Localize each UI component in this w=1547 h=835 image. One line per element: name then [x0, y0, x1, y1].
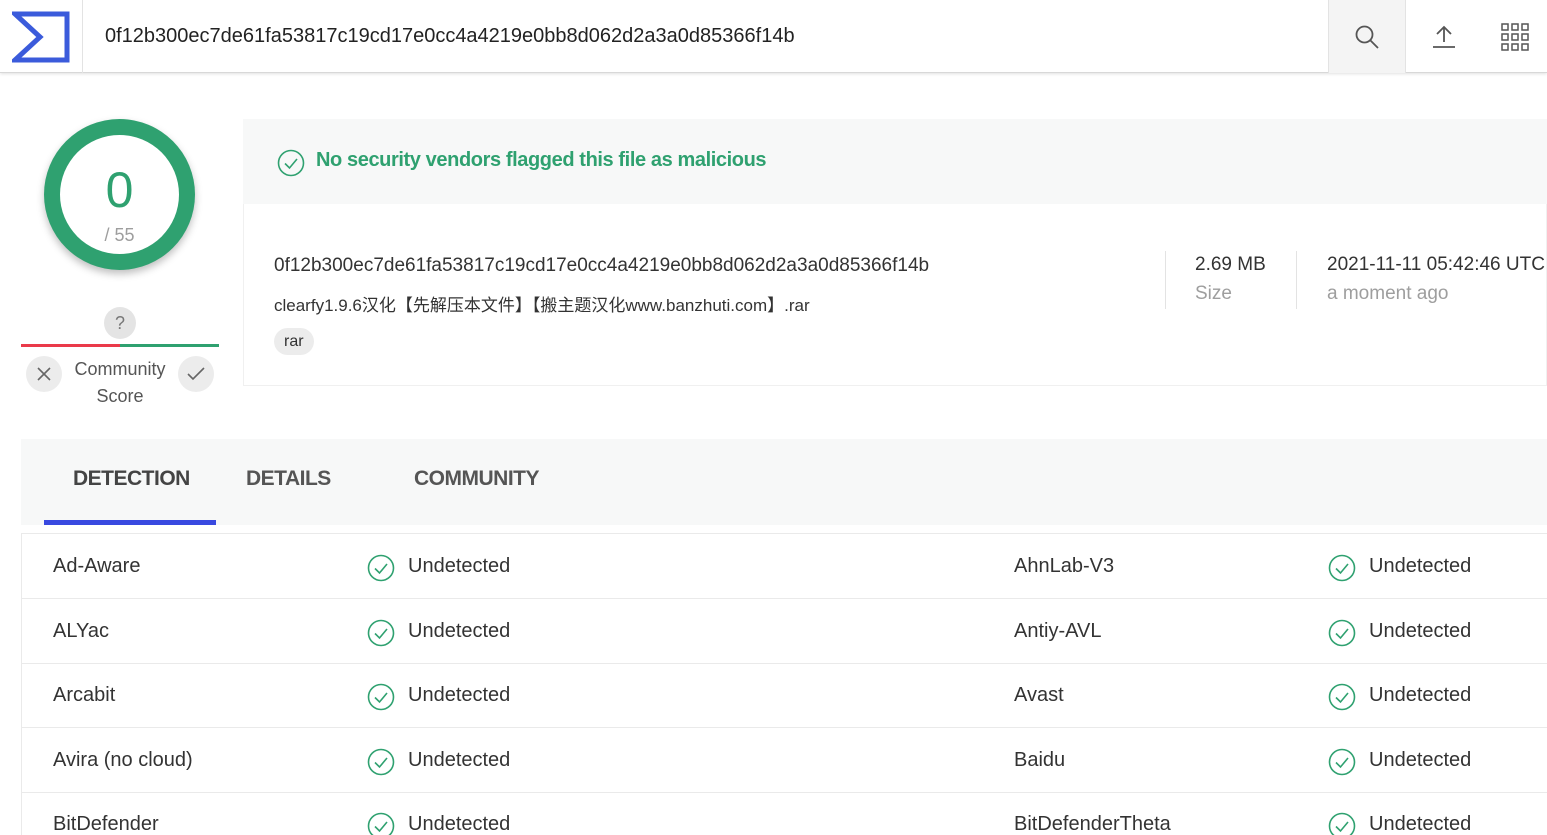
detection-result: Undetected	[408, 748, 511, 771]
upload-button[interactable]	[1406, 0, 1482, 73]
divider	[1165, 251, 1166, 309]
check-circle-icon	[1328, 748, 1356, 781]
community-score-label: Community Score	[74, 359, 166, 406]
check-circle-icon	[1328, 619, 1356, 652]
detection-result: Undetected	[408, 619, 511, 642]
table-row: BitDefender Undetected BitDefenderTheta Und…	[22, 792, 1547, 835]
check-circle-icon	[1328, 812, 1356, 835]
file-size-label: Size	[1195, 283, 1232, 304]
search-button[interactable]	[1328, 0, 1406, 73]
engine-name: Ad-Aware	[53, 555, 141, 577]
engine-name: BitDefenderTheta	[1014, 813, 1171, 835]
analysis-date: 2021-11-11 05:42:46 UTC	[1327, 254, 1545, 275]
detection-result: Undetected	[1369, 684, 1472, 706]
table-row: Ad-Aware Undetected AhnLab-V3 Undetected	[22, 534, 1547, 599]
community-bar-positive	[120, 344, 219, 347]
engine-name: ALYac	[53, 619, 109, 642]
detection-result: Undetected	[1369, 813, 1472, 835]
engine-name: Avast	[1014, 684, 1064, 706]
detection-result: Undetected	[408, 813, 511, 835]
file-type-tag[interactable]: rar	[274, 328, 314, 355]
table-row: Arcabit Undetected Avast Undetected	[22, 663, 1547, 728]
check-circle-icon	[367, 748, 395, 781]
detection-score: 0 / 55	[44, 119, 195, 270]
check-circle-icon	[367, 683, 395, 716]
detection-total: / 55	[104, 225, 135, 245]
check-circle-icon	[367, 619, 395, 652]
file-info-card: 0f12b300ec7de61fa53817c19cd17e0cc4a4219e…	[243, 204, 1547, 386]
tab-community[interactable]: COMMUNITY	[414, 467, 540, 491]
check-circle-icon	[1328, 554, 1356, 587]
top-bar	[0, 0, 1547, 73]
file-hash: 0f12b300ec7de61fa53817c19cd17e0cc4a4219e…	[274, 255, 930, 276]
tab-bar: DETECTION DETAILS COMMUNITY	[21, 439, 1547, 525]
engine-name: Antiy-AVL	[1014, 619, 1102, 642]
upload-icon	[1433, 25, 1455, 48]
detection-table: Ad-Aware Undetected AhnLab-V3 Undetected ALY…	[21, 533, 1547, 835]
search-icon	[1355, 25, 1379, 49]
apps-button[interactable]	[1482, 0, 1547, 73]
verdict-banner: No security vendors flagged this file as…	[243, 119, 1547, 204]
detection-result: Undetected	[408, 555, 511, 577]
file-name: clearfy1.9.6汉化【先解压本文件】【搬主题汉化www.banzhuti…	[274, 296, 810, 315]
community-bar-negative	[21, 344, 120, 347]
verdict-text: No security vendors flagged this file as…	[316, 149, 767, 171]
apps-grid-icon	[1500, 22, 1529, 51]
search-input[interactable]	[105, 20, 1305, 52]
engine-name: BitDefender	[53, 813, 159, 835]
check-circle-icon	[367, 554, 395, 587]
tab-details[interactable]: DETAILS	[246, 467, 331, 491]
close-icon	[37, 367, 51, 381]
file-size: 2.69 MB	[1195, 254, 1266, 275]
check-icon	[187, 367, 205, 381]
virustotal-logo[interactable]	[0, 0, 83, 73]
vote-malicious-button[interactable]	[26, 356, 62, 392]
detection-result: Undetected	[1369, 748, 1472, 771]
engine-name: AhnLab-V3	[1014, 555, 1115, 577]
detection-count: 0	[105, 162, 134, 218]
active-tab-indicator	[44, 520, 216, 525]
detection-result: Undetected	[1369, 619, 1472, 642]
table-row: ALYac Undetected Antiy-AVL Undetected	[22, 599, 1547, 664]
check-circle-icon	[367, 812, 395, 835]
detection-result: Undetected	[408, 684, 511, 706]
engine-name: Arcabit	[53, 684, 116, 706]
check-circle-icon	[277, 149, 305, 177]
community-score-value: ?	[104, 307, 136, 339]
analysis-date-relative: a moment ago	[1327, 283, 1449, 304]
engine-name: Avira (no cloud)	[53, 748, 193, 771]
detection-score-inner: 0 / 55	[60, 135, 179, 254]
search-bar	[83, 0, 1328, 73]
divider	[1296, 251, 1297, 309]
table-row: Avira (no cloud) Undetected Baidu Undetecte…	[22, 728, 1547, 793]
check-circle-icon	[1328, 683, 1356, 716]
vote-harmless-button[interactable]	[178, 356, 214, 392]
tab-detection[interactable]: DETECTION	[73, 467, 190, 491]
engine-name: Baidu	[1014, 748, 1066, 771]
detection-result: Undetected	[1369, 555, 1472, 577]
